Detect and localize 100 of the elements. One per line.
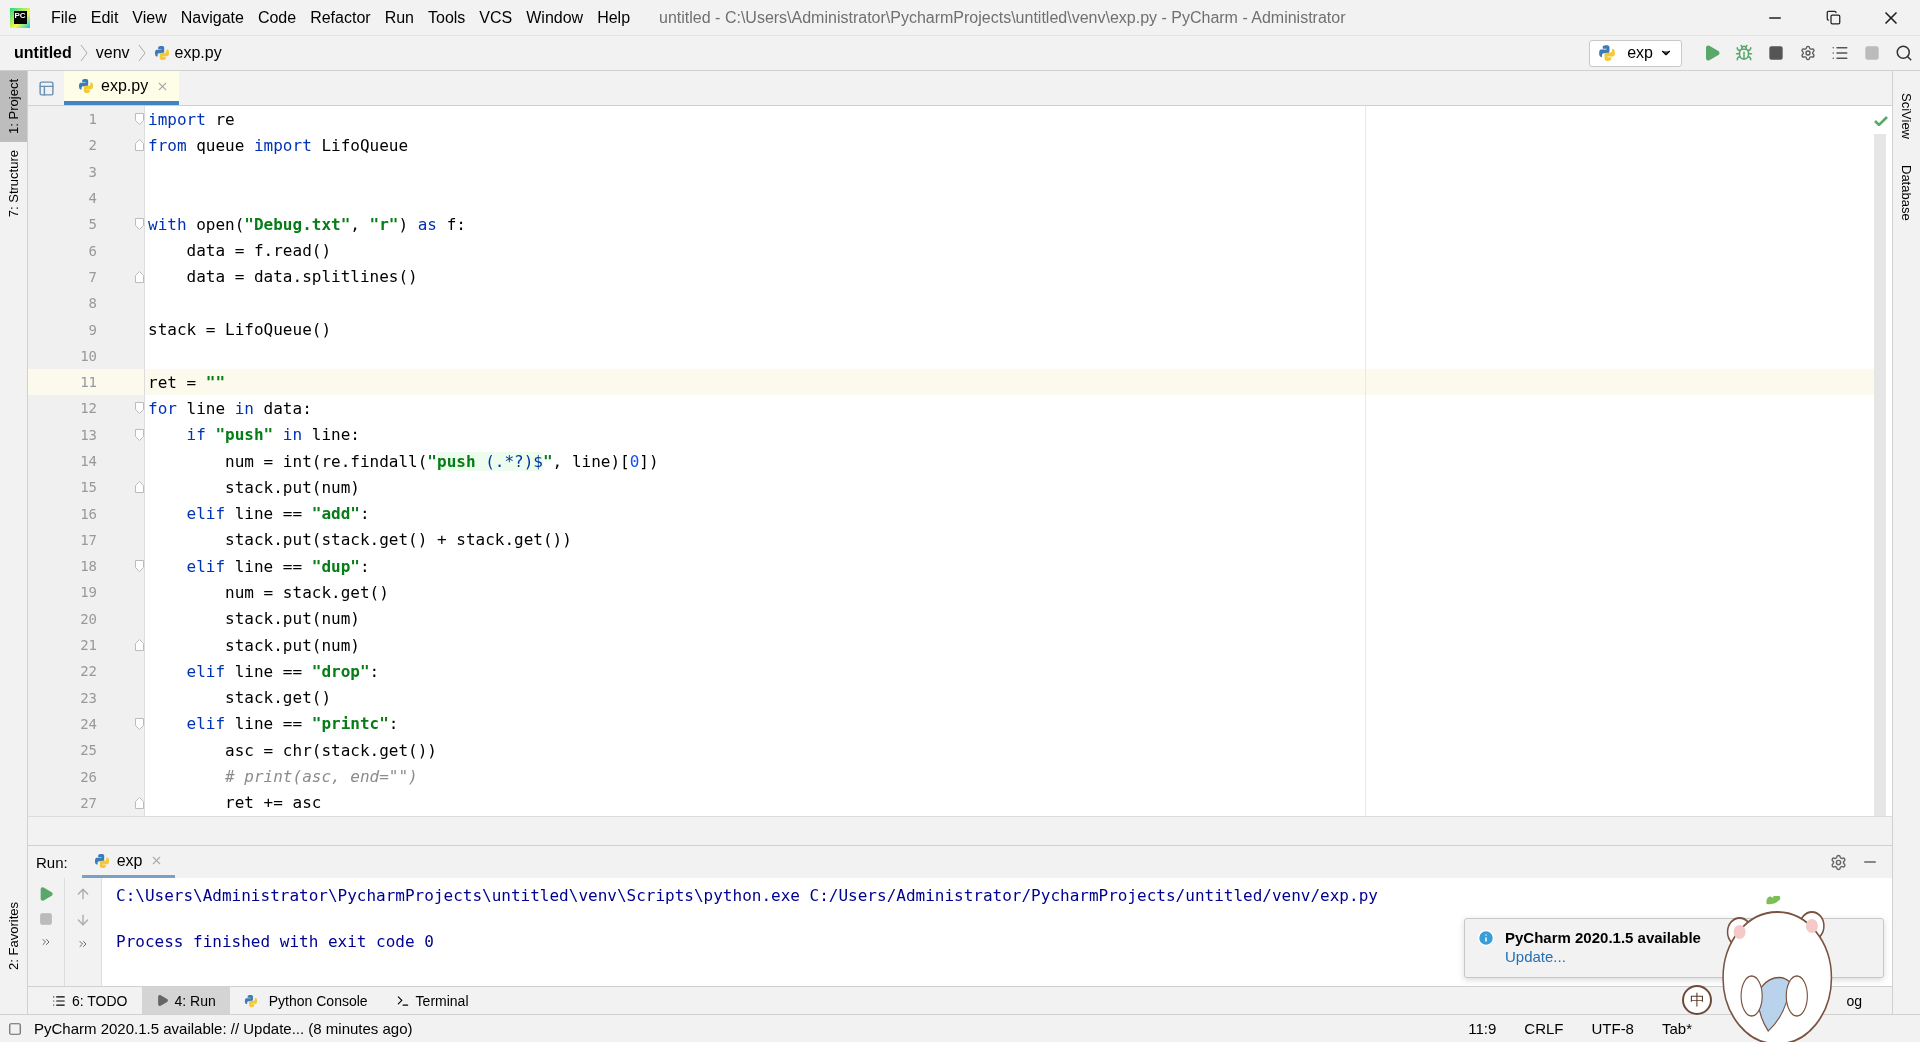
- line-number: 26: [79, 768, 97, 785]
- code-line: ret += asc: [224, 793, 322, 813]
- debug-icon[interactable]: [1735, 44, 1753, 62]
- panel-icon[interactable]: [37, 79, 55, 97]
- line-number: 2: [87, 137, 97, 154]
- line-number: 6: [87, 242, 97, 259]
- fold-icon[interactable]: [135, 428, 144, 441]
- code-line: stack.put(num): [224, 635, 360, 655]
- status-item[interactable]: 11:9: [1468, 1020, 1497, 1037]
- code-line: if "push" in line:: [185, 425, 360, 445]
- tool-window-tab[interactable]: 2: Favorites: [0, 894, 27, 978]
- run-icon[interactable]: [1703, 44, 1721, 62]
- line-number: 10: [79, 347, 97, 364]
- menu-item[interactable]: Edit: [83, 5, 126, 30]
- fold-icon[interactable]: [135, 796, 144, 809]
- ime-indicator[interactable]: 中: [1682, 985, 1712, 1015]
- more-icon[interactable]: [40, 936, 52, 948]
- line-number: 12: [79, 400, 97, 417]
- line-number: 17: [79, 531, 97, 548]
- tool-window-button[interactable]: 6: TODO: [38, 987, 142, 1014]
- fold-icon[interactable]: [135, 717, 144, 730]
- menu-item[interactable]: Window: [519, 5, 591, 30]
- tool-window-tab[interactable]: Database: [1899, 165, 1914, 221]
- stop-icon[interactable]: [1864, 45, 1880, 61]
- python-icon: [243, 993, 258, 1008]
- breadcrumb[interactable]: untitled: [14, 44, 72, 62]
- breadcrumb[interactable]: exp.py: [174, 44, 222, 62]
- editor-tab[interactable]: exp.py: [64, 71, 180, 105]
- code-line: elif line == "add":: [185, 504, 370, 524]
- window-title: untitled - C:\Users\Administrator\PycharmProjects\untitled\venv\exp.py - PyCharm - Administrator: [659, 8, 1347, 27]
- line-number: 13: [79, 426, 97, 443]
- run-config-dropdown[interactable]: exp: [1589, 39, 1682, 67]
- code-line: stack.put(num): [224, 477, 360, 497]
- line-number: 1: [87, 111, 97, 128]
- line-number: 4: [87, 190, 97, 207]
- menu-item[interactable]: VCS: [472, 5, 520, 30]
- menu-item[interactable]: Run: [377, 5, 421, 30]
- check-icon: [1874, 116, 1888, 126]
- menu-item[interactable]: Help: [590, 5, 638, 30]
- stop-icon[interactable]: [39, 912, 53, 926]
- fold-icon[interactable]: [135, 113, 144, 126]
- app-logo: PC: [10, 7, 30, 28]
- scrollbar-track[interactable]: [1874, 134, 1886, 816]
- menu-item[interactable]: Refactor: [303, 5, 378, 30]
- search-icon[interactable]: [1895, 44, 1913, 62]
- code-line: with open("Debug.txt", "r") as f:: [148, 214, 466, 234]
- command-line: C:\Users\Administrator\PycharmProjects\untitled\venv\Scripts\python.exe C:/Users/Administrator/PycharmProjects/untitled/venv/exp.py: [116, 886, 1378, 905]
- menu-item[interactable]: Code: [250, 5, 304, 30]
- restore-icon[interactable]: [1825, 10, 1841, 25]
- status-message[interactable]: PyCharm 2020.1.5 available: // Update... (8 minutes ago): [34, 1020, 1457, 1037]
- more-icon[interactable]: [77, 938, 89, 950]
- tool-window-tab[interactable]: 1: Project: [0, 71, 27, 142]
- tool-window-button[interactable]: 4: Run: [141, 987, 230, 1014]
- code-line: stack.put(num): [224, 609, 360, 629]
- code-line: elif line == "printc":: [185, 714, 399, 734]
- fold-icon[interactable]: [135, 639, 144, 652]
- code-line: import re: [148, 109, 235, 129]
- tool-window-tab[interactable]: 7: Structure: [0, 141, 27, 226]
- line-number: 5: [87, 216, 97, 233]
- tool-window-button[interactable]: Python Console: [229, 987, 382, 1014]
- status-item[interactable]: CRLF: [1524, 1020, 1564, 1037]
- notification-title: PyCharm 2020.1.5 available: [1505, 929, 1701, 946]
- status-item[interactable]: Tab*: [1661, 1020, 1692, 1037]
- line-number: 21: [79, 637, 97, 654]
- fold-icon[interactable]: [135, 481, 144, 494]
- menu-item[interactable]: Tools: [421, 5, 473, 30]
- tool-window-tab[interactable]: SciView: [1899, 93, 1914, 139]
- fold-icon[interactable]: [135, 218, 144, 231]
- line-number: 9: [87, 321, 97, 338]
- code-line: # print(asc, end=""): [224, 767, 418, 787]
- menu-item[interactable]: View: [125, 5, 174, 30]
- python-icon: [1598, 44, 1617, 62]
- output-line: Process finished with exit code 0: [116, 932, 434, 951]
- tool-window-button[interactable]: Terminal: [381, 987, 483, 1014]
- code-line: stack = LifoQueue(): [148, 320, 332, 339]
- status-icon[interactable]: [8, 1021, 22, 1036]
- rerun-icon[interactable]: [38, 886, 54, 902]
- line-number: 15: [79, 479, 97, 496]
- menu-item[interactable]: Navigate: [173, 5, 251, 30]
- breadcrumb[interactable]: venv: [95, 44, 130, 62]
- run-list-icon[interactable]: [1831, 44, 1849, 62]
- list-icon: [52, 993, 66, 1008]
- line-number: 7: [87, 268, 97, 285]
- code-line: for line in data:: [148, 398, 312, 418]
- fold-icon[interactable]: [135, 139, 144, 152]
- code-line: num = stack.get(): [224, 583, 389, 602]
- panel-title: Run:: [36, 853, 68, 871]
- status-item[interactable]: UTF-8: [1591, 1020, 1634, 1037]
- line-number: 18: [79, 558, 97, 575]
- menu-item[interactable]: File: [44, 5, 84, 30]
- update-link[interactable]: Update...: [1505, 948, 1701, 965]
- code-line: from queue import LifoQueue: [148, 135, 409, 155]
- settings-icon[interactable]: [1829, 853, 1847, 871]
- tool-window-button[interactable]: og: [1846, 987, 1862, 1014]
- fold-icon[interactable]: [135, 402, 144, 415]
- play-icon: [155, 994, 169, 1007]
- line-number: 11: [79, 374, 97, 391]
- code-line: stack.put(stack.get() + stack.get()): [224, 530, 572, 550]
- fold-icon[interactable]: [135, 560, 144, 573]
- fold-icon[interactable]: [135, 270, 144, 283]
